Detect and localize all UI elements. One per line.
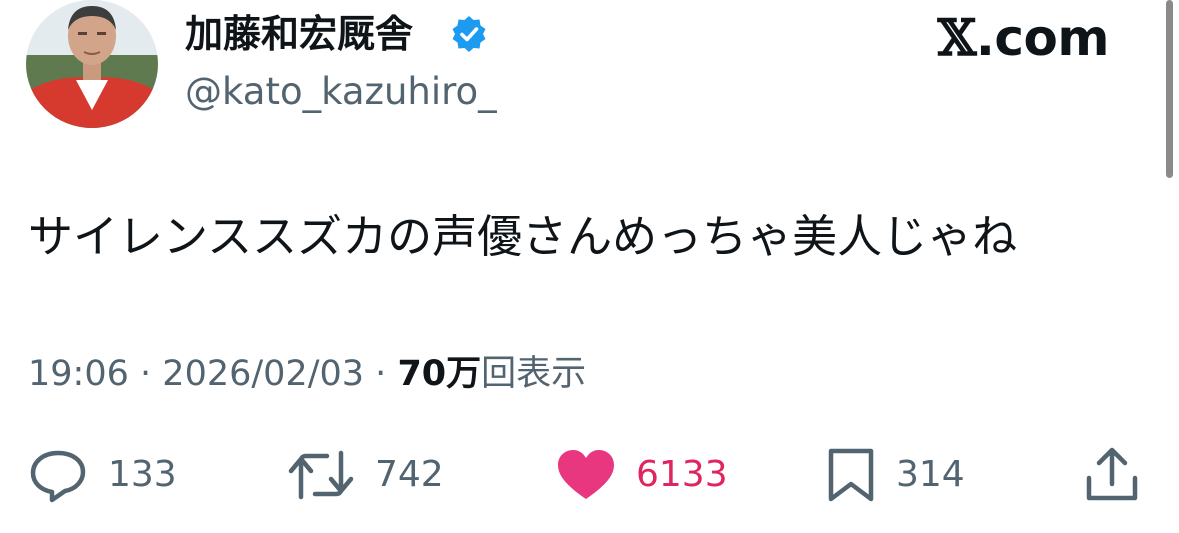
share-button[interactable] — [1084, 440, 1140, 510]
avatar[interactable] — [26, 0, 158, 128]
reply-count: 133 — [108, 454, 177, 495]
retweet-icon — [288, 450, 354, 500]
meta-separator: · — [375, 354, 387, 394]
action-bar: 133 742 6133 314 — [0, 440, 1179, 510]
user-handle[interactable]: @kato_kazuhiro_ — [185, 68, 497, 116]
reply-icon — [30, 450, 86, 503]
brand-domain: .com — [975, 9, 1110, 67]
reply-button[interactable]: 133 — [28, 440, 177, 510]
avatar-photo — [26, 0, 158, 128]
x-logo-icon: 𝕏 — [937, 8, 977, 67]
verified-badge-icon[interactable] — [449, 14, 489, 54]
scrollbar[interactable] — [1166, 0, 1173, 178]
meta-separator: · — [140, 354, 152, 394]
like-button[interactable]: 6133 — [556, 440, 728, 510]
tweet-date[interactable]: 2026/02/03 — [162, 354, 364, 394]
x-com-logo: 𝕏.com — [937, 8, 1110, 68]
views-label: 回表示 — [481, 354, 587, 394]
retweet-count: 742 — [375, 454, 444, 495]
views-count[interactable]: 70万 — [397, 354, 481, 394]
heart-icon — [558, 450, 614, 499]
share-icon — [1086, 447, 1138, 501]
tweet-time[interactable]: 19:06 — [28, 354, 129, 394]
tweet-meta: 19:06 · 2026/02/03 · 70万回表示 — [28, 350, 586, 398]
bookmark-button[interactable]: 314 — [826, 440, 965, 510]
bookmark-count: 314 — [896, 454, 965, 495]
retweet-button[interactable]: 742 — [287, 440, 444, 510]
like-count: 6133 — [636, 454, 728, 495]
bookmark-icon — [828, 448, 874, 502]
display-name[interactable]: 加藤和宏厩舎 — [185, 10, 413, 58]
tweet-text: サイレンススズカの声優さんめっちゃ美人じゃね — [28, 210, 1018, 263]
